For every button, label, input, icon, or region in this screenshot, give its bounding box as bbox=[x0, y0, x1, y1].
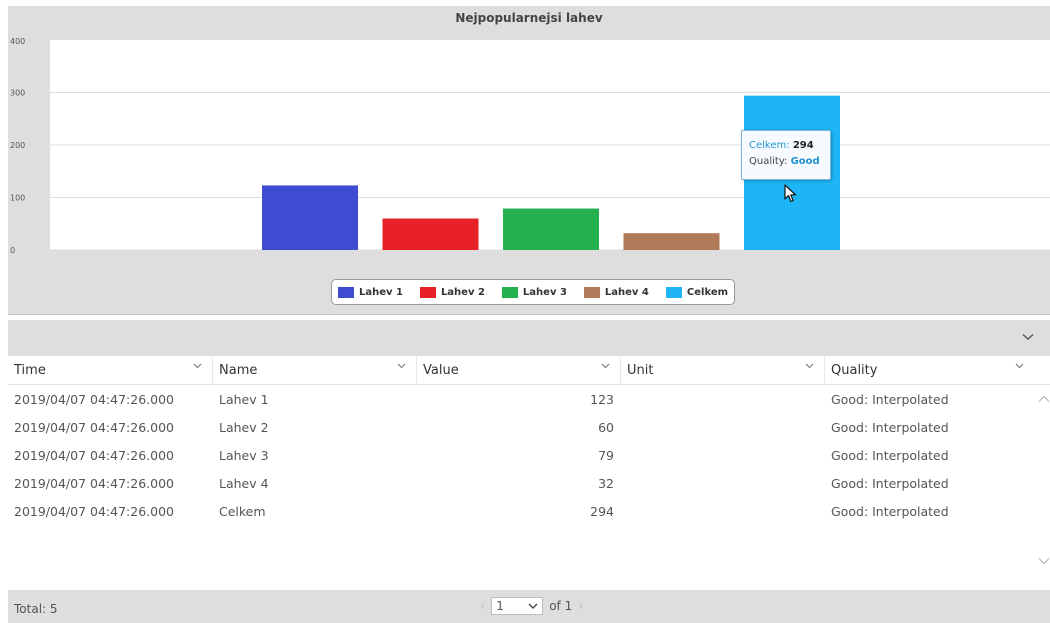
legend-label: Lahev 4 bbox=[604, 286, 649, 298]
y-tick-label: 400 bbox=[10, 37, 25, 46]
table-row[interactable]: 2019/04/07 04:47:26.000 Celkem 294 Good:… bbox=[8, 497, 1050, 525]
bar-lahev-1[interactable] bbox=[262, 185, 358, 250]
legend-swatch bbox=[501, 286, 518, 298]
legend-swatch bbox=[419, 286, 436, 298]
chart-panel: 0 100 200 300 400 Nejpopularnejsi lahev Lahe… bbox=[8, 6, 1050, 315]
prev-page-icon[interactable]: ‹ bbox=[480, 599, 485, 614]
table-body: 2019/04/07 04:47:26.000 Lahev 1 123 Good… bbox=[8, 385, 1050, 589]
table-header: Time Name Value Unit Quality bbox=[8, 356, 1050, 385]
column-header-unit[interactable]: Unit bbox=[621, 356, 825, 384]
cell-name: Celkem bbox=[219, 503, 266, 519]
cell-quality: Good: Interpolated bbox=[831, 419, 949, 435]
chevron-down-icon[interactable] bbox=[193, 363, 202, 369]
legend-swatch bbox=[583, 286, 600, 298]
cell-unit bbox=[621, 497, 825, 525]
cell-name: Lahev 2 bbox=[219, 419, 269, 435]
column-header-label: Unit bbox=[627, 362, 654, 378]
table-row[interactable]: 2019/04/07 04:47:26.000 Lahev 3 79 Good:… bbox=[8, 441, 1050, 469]
cell-value: 60 bbox=[598, 419, 614, 435]
chart-legend: Lahev 1 Lahev 2 Lahev 3 Lahev 4 Celkem bbox=[331, 279, 735, 305]
legend-item[interactable]: Lahev 2 bbox=[419, 286, 485, 298]
column-header-label: Quality bbox=[831, 362, 878, 378]
cell-quality: Good: Interpolated bbox=[831, 447, 949, 463]
column-header-time[interactable]: Time bbox=[8, 356, 213, 384]
page-of-label: of 1 bbox=[549, 599, 573, 613]
table-row[interactable]: 2019/04/07 04:47:26.000 Lahev 4 32 Good:… bbox=[8, 469, 1050, 497]
cell-name: Lahev 3 bbox=[219, 447, 269, 463]
chart-title: Nejpopularnejsi lahev bbox=[455, 11, 603, 25]
legend-item[interactable]: Celkem bbox=[665, 286, 729, 298]
chevron-down-icon[interactable] bbox=[601, 363, 610, 369]
chevron-down-icon[interactable] bbox=[397, 363, 406, 369]
cell-value: 32 bbox=[598, 475, 614, 491]
pagination: ‹ 1 of 1 › bbox=[480, 597, 583, 615]
chevron-down-icon bbox=[528, 603, 538, 609]
cell-time: 2019/04/07 04:47:26.000 bbox=[14, 475, 174, 491]
tooltip-quality-label: Quality: bbox=[749, 156, 788, 167]
table-panel: Time Name Value Unit Quality 2019/04/07 … bbox=[8, 320, 1050, 623]
table-footer: Total: 5 ‹ 1 of 1 › bbox=[8, 590, 1050, 623]
legend-label: Lahev 2 bbox=[440, 286, 485, 298]
bar-lahev-4[interactable] bbox=[623, 233, 720, 250]
column-header-label: Name bbox=[219, 362, 258, 378]
cell-unit bbox=[621, 385, 825, 413]
mouse-cursor-icon bbox=[784, 184, 797, 203]
y-tick-label: 0 bbox=[10, 246, 15, 255]
page-select-value: 1 bbox=[496, 599, 504, 613]
scroll-down-icon[interactable] bbox=[1038, 557, 1050, 565]
bar-lahev-2[interactable] bbox=[382, 218, 479, 251]
cell-time: 2019/04/07 04:47:26.000 bbox=[14, 391, 174, 407]
cell-time: 2019/04/07 04:47:26.000 bbox=[14, 447, 174, 463]
scroll-up-icon[interactable] bbox=[1038, 395, 1050, 403]
next-page-icon[interactable]: › bbox=[578, 599, 583, 614]
column-header-label: Value bbox=[423, 362, 459, 378]
chart-tooltip: Celkem: 294 Quality: Good bbox=[741, 130, 831, 180]
cell-value: 294 bbox=[590, 503, 614, 519]
cell-time: 2019/04/07 04:47:26.000 bbox=[14, 503, 174, 519]
cell-time: 2019/04/07 04:47:26.000 bbox=[14, 419, 174, 435]
page-select[interactable]: 1 bbox=[491, 597, 544, 615]
cell-quality: Good: Interpolated bbox=[831, 503, 949, 519]
y-tick-label: 100 bbox=[10, 194, 25, 203]
y-tick-label: 200 bbox=[10, 141, 25, 150]
tooltip-series-value: 294 bbox=[792, 140, 814, 151]
bar-lahev-3[interactable] bbox=[503, 208, 599, 250]
cell-unit bbox=[621, 469, 825, 497]
cell-unit bbox=[621, 441, 825, 469]
chevron-down-icon[interactable] bbox=[1015, 363, 1024, 369]
y-tick-label: 300 bbox=[10, 89, 25, 98]
legend-item[interactable]: Lahev 1 bbox=[337, 286, 403, 298]
cell-value: 79 bbox=[598, 447, 614, 463]
cell-unit bbox=[621, 413, 825, 441]
cell-quality: Good: Interpolated bbox=[831, 475, 949, 491]
legend-item[interactable]: Lahev 3 bbox=[501, 286, 567, 298]
total-count: Total: 5 bbox=[14, 602, 58, 616]
cell-quality: Good: Interpolated bbox=[831, 391, 949, 407]
legend-item[interactable]: Lahev 4 bbox=[583, 286, 649, 298]
cell-name: Lahev 4 bbox=[219, 475, 269, 491]
cell-name: Lahev 1 bbox=[219, 391, 269, 407]
column-header-quality[interactable]: Quality bbox=[825, 356, 1034, 384]
tooltip-quality-value: Good bbox=[790, 156, 820, 167]
column-header-value[interactable]: Value bbox=[417, 356, 621, 384]
chevron-down-icon[interactable] bbox=[805, 363, 814, 369]
legend-swatch bbox=[665, 286, 682, 298]
legend-label: Lahev 1 bbox=[358, 286, 403, 298]
table-row[interactable]: 2019/04/07 04:47:26.000 Lahev 2 60 Good:… bbox=[8, 413, 1050, 441]
bar-chart: 0 100 200 300 400 bbox=[10, 37, 1050, 255]
legend-label: Celkem bbox=[686, 286, 729, 298]
collapse-chevron-icon[interactable] bbox=[1022, 333, 1034, 341]
column-header-name[interactable]: Name bbox=[213, 356, 417, 384]
legend-label: Lahev 3 bbox=[522, 286, 567, 298]
tooltip-series-label: Celkem: bbox=[749, 140, 790, 151]
cell-value: 123 bbox=[590, 391, 614, 407]
legend-swatch bbox=[337, 286, 354, 298]
column-header-label: Time bbox=[14, 362, 46, 378]
table-row[interactable]: 2019/04/07 04:47:26.000 Lahev 1 123 Good… bbox=[8, 385, 1050, 413]
table-toolbar bbox=[8, 320, 1050, 356]
